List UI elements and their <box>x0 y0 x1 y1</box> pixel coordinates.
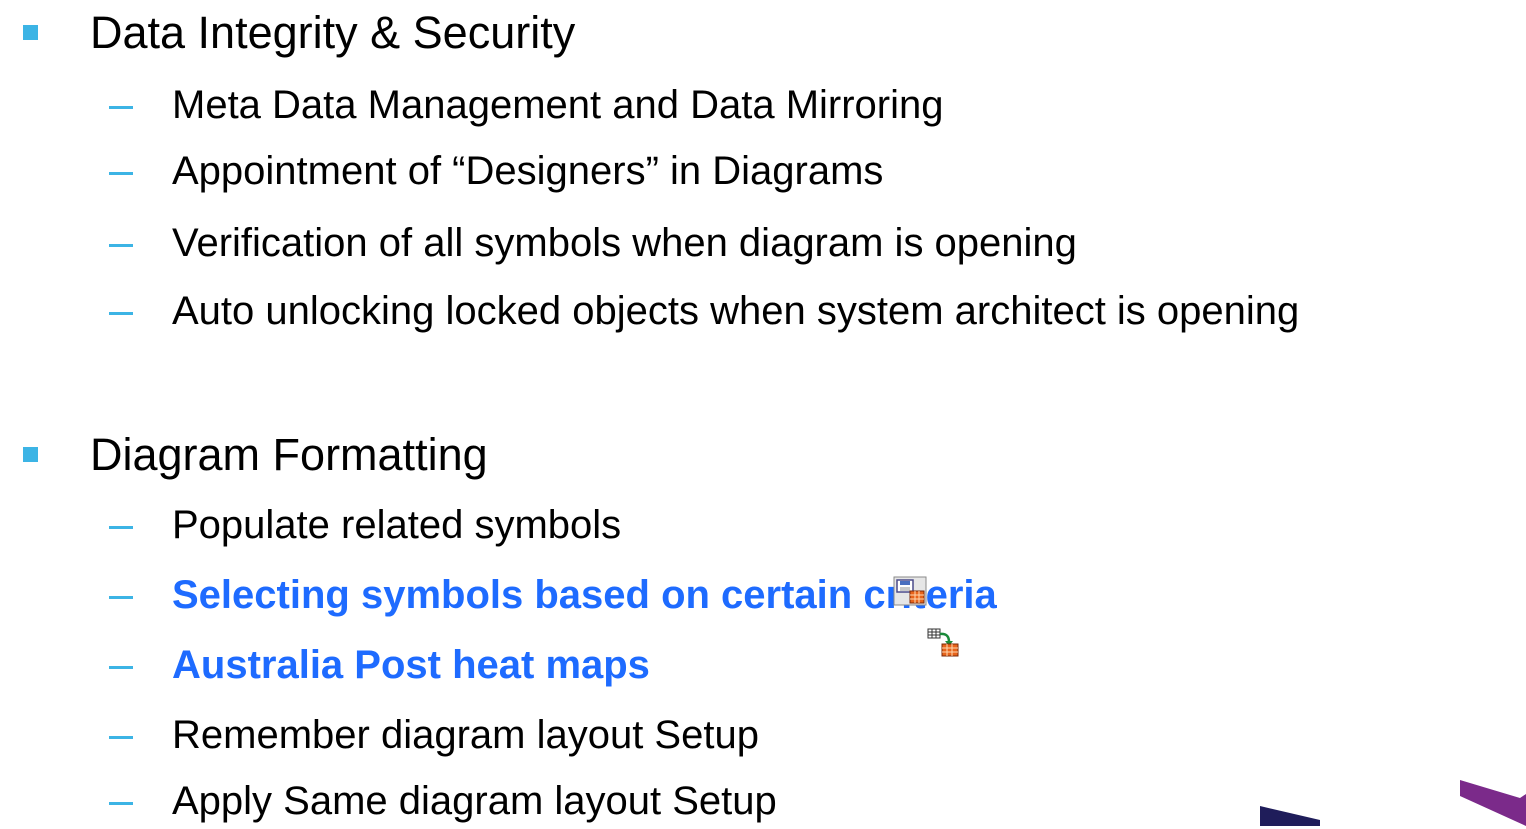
list-item-text: Apply Same diagram layout Setup <box>172 779 777 823</box>
dash-bullet-icon <box>109 106 133 109</box>
section-heading-text: Diagram Formatting <box>90 429 488 480</box>
decorative-purple-shape <box>1460 780 1526 826</box>
list-item-text: Populate related symbols <box>172 503 622 547</box>
dash-bullet-icon <box>109 172 133 175</box>
dash-bullet-icon <box>109 244 133 247</box>
list-item-text: Meta Data Management and Data Mirroring <box>172 83 944 127</box>
list-item-text-highlighted: Selecting symbols based on certain crite… <box>172 573 997 617</box>
decorative-navy-shape <box>1260 806 1320 826</box>
list-item-text: Auto unlocking locked objects when syste… <box>172 289 1300 333</box>
list-item-text: Remember diagram layout Setup <box>172 713 759 757</box>
list-item-text: Appointment of “Designers” in Diagrams <box>172 149 884 193</box>
dash-bullet-icon <box>109 312 133 315</box>
square-bullet-icon <box>23 25 38 40</box>
list-item-text: Verification of all symbols when diagram… <box>172 221 1077 265</box>
table-save-icon[interactable] <box>893 576 927 606</box>
dash-bullet-icon <box>109 666 133 669</box>
list-item-text-highlighted: Australia Post heat maps <box>172 643 650 687</box>
slide: Data Integrity & Security Meta Data Mana… <box>0 0 1526 826</box>
section-heading-text: Data Integrity & Security <box>90 7 576 58</box>
dash-bullet-icon <box>109 802 133 805</box>
dash-bullet-icon <box>109 596 133 599</box>
square-bullet-icon <box>23 447 38 462</box>
dash-bullet-icon <box>109 526 133 529</box>
dash-bullet-icon <box>109 736 133 739</box>
table-export-icon[interactable] <box>927 628 961 658</box>
